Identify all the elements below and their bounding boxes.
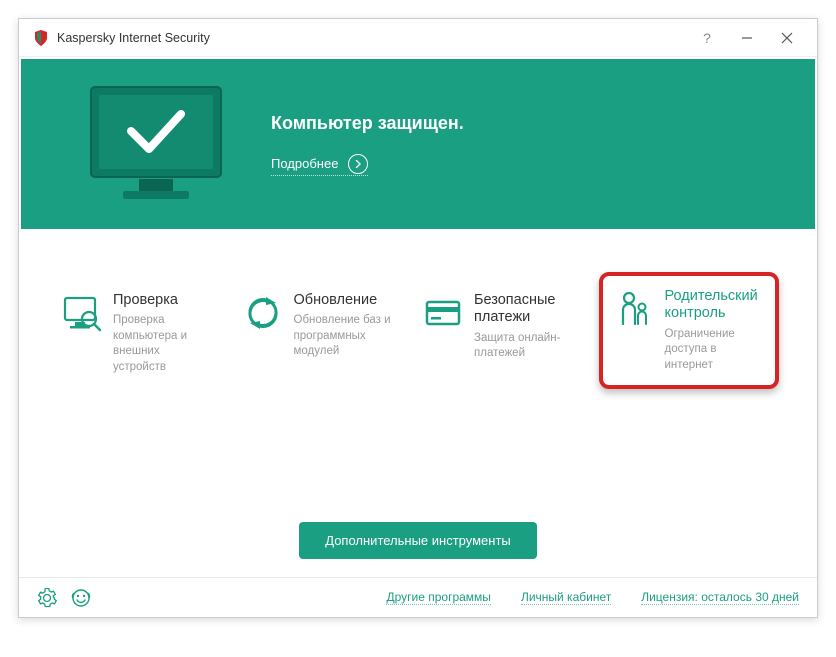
titlebar: Kaspersky Internet Security ?	[19, 19, 817, 57]
footer-other-programs[interactable]: Другие программы	[386, 590, 490, 605]
app-window: Kaspersky Internet Security ? Компь	[18, 18, 818, 618]
footer-license[interactable]: Лицензия: осталось 30 дней	[641, 590, 799, 605]
tile-safemoney[interactable]: Безопасные платежи Защита онлайн-платеже…	[418, 286, 579, 368]
arrow-right-icon	[348, 154, 368, 174]
footer-cabinet[interactable]: Личный кабинет	[521, 590, 611, 605]
more-tools-button[interactable]: Дополнительные инструменты	[299, 522, 537, 559]
tile-scan-title: Проверка	[113, 292, 214, 309]
more-tools-row: Дополнительные инструменты	[19, 510, 817, 577]
app-title: Kaspersky Internet Security	[57, 31, 687, 45]
tile-safemoney-desc: Защита онлайн-платежей	[474, 331, 575, 362]
tile-update-desc: Обновление баз и программных модулей	[294, 313, 395, 360]
tiles-row: Проверка Проверка компьютера и внешних у…	[19, 231, 817, 510]
tile-parental[interactable]: Родительский контроль Ограничение доступ…	[599, 272, 780, 389]
support-icon[interactable]	[71, 588, 91, 608]
tile-scan-desc: Проверка компьютера и внешних устройств	[113, 313, 214, 375]
settings-icon[interactable]	[37, 588, 57, 608]
details-link[interactable]: Подробнее	[271, 154, 368, 176]
tile-parental-desc: Ограничение доступа в интернет	[665, 327, 766, 374]
update-icon	[242, 292, 284, 334]
parental-icon	[613, 288, 655, 330]
scan-icon	[61, 292, 103, 334]
app-logo-icon	[33, 30, 49, 46]
safemoney-icon	[422, 292, 464, 334]
details-label: Подробнее	[271, 156, 338, 171]
help-button[interactable]: ?	[687, 19, 727, 57]
status-text: Компьютер защищен.	[271, 113, 464, 134]
tile-parental-title: Родительский контроль	[665, 288, 766, 323]
status-banner: Компьютер защищен. Подробнее	[21, 59, 815, 229]
monitor-checkmark-icon	[61, 79, 251, 209]
tile-update-title: Обновление	[294, 292, 395, 309]
tile-scan[interactable]: Проверка Проверка компьютера и внешних у…	[57, 286, 218, 381]
minimize-button[interactable]	[727, 19, 767, 57]
tile-safemoney-title: Безопасные платежи	[474, 292, 575, 327]
close-button[interactable]	[767, 19, 807, 57]
footer: Другие программы Личный кабинет Лицензия…	[19, 577, 817, 617]
tile-update[interactable]: Обновление Обновление баз и программных …	[238, 286, 399, 366]
